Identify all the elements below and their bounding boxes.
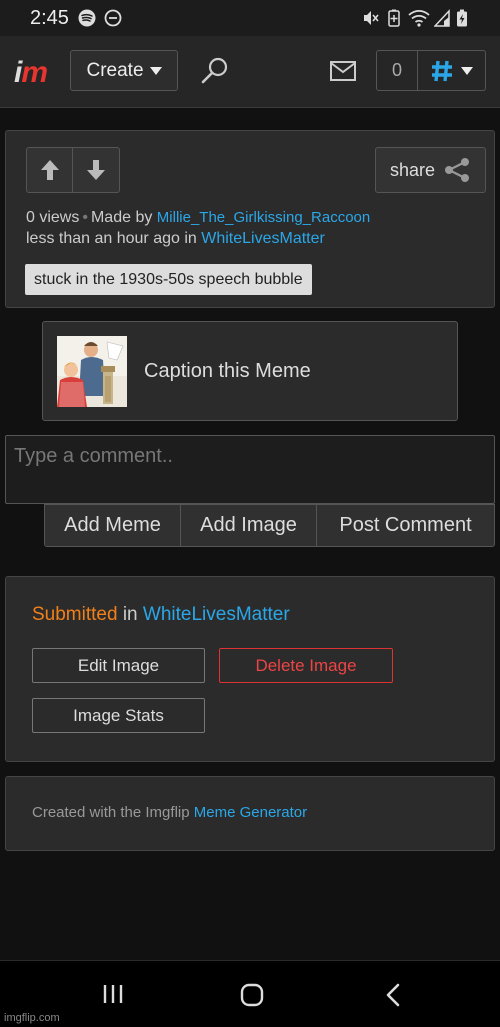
back-icon[interactable]: [384, 983, 402, 1012]
imgflip-watermark: imgflip.com: [4, 1012, 60, 1024]
home-icon[interactable]: [240, 983, 264, 1012]
submitted-label: Submitted: [32, 604, 118, 625]
create-label: Create: [86, 59, 144, 81]
recent-apps-icon[interactable]: [102, 983, 124, 1010]
created-label: Created with the Imgflip: [32, 804, 190, 821]
imgflip-logo[interactable]: im: [14, 56, 48, 90]
submitted-stream-link[interactable]: WhiteLivesMatter: [143, 604, 290, 625]
stream-link[interactable]: WhiteLivesMatter: [201, 230, 325, 247]
caret-down-icon: [460, 66, 473, 75]
status-time: 2:45: [30, 7, 69, 29]
created-with-text: Created with the Imgflip Meme Generator: [32, 804, 307, 821]
stream-menu-button[interactable]: [418, 50, 486, 91]
comment-input[interactable]: Type a comment..: [5, 435, 495, 504]
status-bar: 2:45: [0, 0, 500, 36]
submitted-line: Submitted in WhiteLivesMatter: [32, 604, 290, 626]
author-link[interactable]: Millie_The_Girlkissing_Raccoon: [157, 209, 370, 226]
post-tag[interactable]: stuck in the 1930s-50s speech bubble: [25, 264, 312, 295]
spotify-icon: [78, 9, 96, 32]
post-meta-line-1: 0 views • Made by Millie_The_Girlkissing_R…: [26, 209, 370, 227]
views-count: 0 views: [26, 209, 80, 226]
post-comment-button[interactable]: Post Comment: [317, 504, 495, 547]
comment-actions: Add Meme Add Image Post Comment: [44, 504, 495, 547]
downvote-button[interactable]: [73, 147, 120, 193]
top-nav: im Create 0: [0, 36, 500, 108]
battery-icon: [456, 9, 468, 32]
meme-generator-link[interactable]: Meme Generator: [194, 804, 307, 821]
arrow-up-icon: [40, 160, 59, 180]
notification-count[interactable]: 0: [376, 50, 418, 91]
delete-image-button[interactable]: Delete Image: [219, 648, 393, 683]
meme-thumbnail: [57, 336, 127, 407]
in-label: in: [122, 604, 138, 625]
image-stats-button[interactable]: Image Stats: [32, 698, 205, 733]
android-nav-bar: imgflip.com: [0, 960, 500, 1027]
logo-m: m: [21, 56, 48, 89]
share-label: share: [389, 159, 436, 180]
create-button[interactable]: Create: [70, 50, 178, 91]
mute-icon: [362, 9, 380, 32]
separator-dot: •: [82, 209, 88, 226]
upvote-button[interactable]: [26, 147, 73, 193]
made-by-label: Made by: [90, 209, 153, 226]
add-image-button[interactable]: Add Image: [181, 504, 317, 547]
mail-icon[interactable]: [330, 61, 356, 86]
post-time: less than an hour ago in: [26, 230, 197, 247]
add-meme-button[interactable]: Add Meme: [44, 504, 181, 547]
hashtag-icon: [431, 60, 452, 81]
post-info-card: share 0 views • Made by Millie_The_Girlkis…: [5, 130, 495, 308]
do-not-disturb-icon: [104, 9, 122, 32]
signal-icon: [433, 9, 450, 32]
wifi-icon: [408, 9, 430, 32]
search-icon[interactable]: [200, 56, 230, 91]
battery-saver-icon: [386, 9, 402, 32]
share-icon: [445, 158, 470, 182]
edit-image-button[interactable]: Edit Image: [32, 648, 205, 683]
caption-meme-button[interactable]: Caption this Meme: [42, 321, 458, 421]
share-button[interactable]: share: [375, 147, 486, 193]
post-meta-line-2: less than an hour ago in WhiteLivesMatte…: [26, 230, 325, 248]
arrow-down-icon: [87, 160, 105, 180]
caret-down-icon: [149, 66, 162, 75]
caption-label: Caption this Meme: [144, 360, 311, 382]
